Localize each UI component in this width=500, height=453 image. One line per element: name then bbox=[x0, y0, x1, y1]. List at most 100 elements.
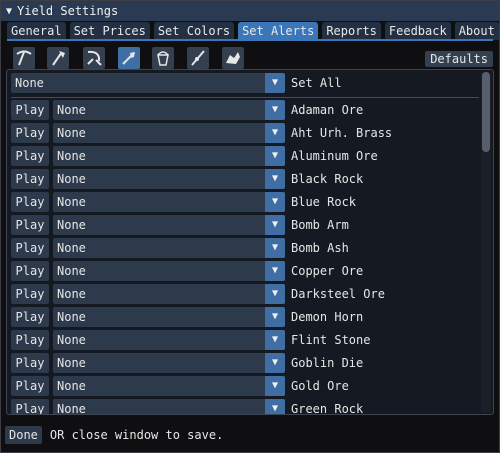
chevron-down-icon[interactable]: ▼ bbox=[265, 73, 285, 93]
done-button[interactable]: Done bbox=[5, 426, 42, 444]
defaults-button[interactable]: Defaults bbox=[425, 51, 493, 67]
tool-selector bbox=[7, 47, 493, 69]
alert-value: None bbox=[57, 287, 86, 301]
chevron-down-icon[interactable]: ▼ bbox=[265, 330, 285, 350]
collapse-triangle-icon[interactable]: ▼ bbox=[6, 6, 12, 17]
tool-button-beast[interactable] bbox=[222, 47, 244, 69]
item-label: Adaman Ore bbox=[291, 103, 364, 117]
alert-row: Play None ▼ Bomb Ash bbox=[11, 238, 349, 258]
item-label: Blue Rock bbox=[291, 195, 357, 209]
play-button[interactable]: Play bbox=[11, 192, 49, 212]
alert-dropdown[interactable]: None ▼ bbox=[53, 238, 285, 258]
tab-set-alerts[interactable]: Set Alerts bbox=[238, 22, 319, 40]
tab-feedback[interactable]: Feedback bbox=[384, 22, 451, 40]
chevron-down-icon[interactable]: ▼ bbox=[265, 215, 285, 235]
play-button[interactable]: Play bbox=[11, 330, 49, 350]
alert-row: Play None ▼ Green Rock bbox=[11, 399, 364, 415]
play-button[interactable]: Play bbox=[11, 146, 49, 166]
alert-value: None bbox=[57, 172, 86, 186]
alert-dropdown[interactable]: None ▼ bbox=[53, 261, 285, 281]
alert-row: Play None ▼ Copper Ore bbox=[11, 261, 363, 281]
tab-set-colors[interactable]: Set Colors bbox=[153, 22, 235, 40]
set-all-dropdown[interactable]: None ▼ bbox=[11, 73, 285, 93]
play-button[interactable]: Play bbox=[11, 307, 49, 327]
alert-dropdown[interactable]: None ▼ bbox=[53, 353, 285, 373]
alert-row: Play None ▼ Adaman Ore bbox=[11, 100, 363, 120]
alert-dropdown[interactable]: None ▼ bbox=[53, 284, 285, 304]
play-button[interactable]: Play bbox=[11, 353, 49, 373]
alert-value: None bbox=[57, 356, 86, 370]
alert-dropdown[interactable]: None ▼ bbox=[53, 399, 285, 415]
alert-row: Play None ▼ Aht Urh. Brass bbox=[11, 123, 392, 143]
alert-dropdown[interactable]: None ▼ bbox=[53, 330, 285, 350]
tool-button-bucket[interactable] bbox=[152, 47, 174, 69]
shovel-icon bbox=[122, 52, 135, 65]
alert-row: Play None ▼ Blue Rock bbox=[11, 192, 356, 212]
alert-row: Play None ▼ Demon Horn bbox=[11, 307, 363, 327]
chevron-down-icon[interactable]: ▼ bbox=[265, 353, 285, 373]
tab-set-prices[interactable]: Set Prices bbox=[69, 22, 150, 40]
alert-value: None bbox=[57, 241, 86, 255]
chevron-down-icon[interactable]: ▼ bbox=[265, 238, 285, 258]
alert-dropdown[interactable]: None ▼ bbox=[53, 123, 285, 143]
alert-row: Play None ▼ Flint Stone bbox=[11, 330, 370, 350]
item-label: Green Rock bbox=[291, 402, 364, 415]
bucket-icon bbox=[157, 51, 169, 66]
tab-bar: General Set Prices Set Colors Set Alerts… bbox=[7, 22, 499, 40]
tab-about[interactable]: About bbox=[454, 22, 499, 40]
play-button[interactable]: Play bbox=[11, 261, 49, 281]
set-all-row: None ▼ Set All bbox=[11, 73, 342, 93]
alert-dropdown[interactable]: None ▼ bbox=[53, 376, 285, 396]
play-button[interactable]: Play bbox=[11, 399, 49, 414]
play-button[interactable]: Play bbox=[11, 238, 49, 258]
footer-hint: OR close window to save. bbox=[49, 428, 224, 442]
tool-button-sickle[interactable] bbox=[83, 47, 105, 69]
alert-value: None bbox=[57, 402, 86, 415]
scrollbar-thumb[interactable] bbox=[482, 72, 490, 152]
play-button[interactable]: Play bbox=[11, 215, 49, 235]
alert-row: Play None ▼ Black Rock bbox=[11, 169, 363, 189]
play-button[interactable]: Play bbox=[11, 284, 49, 304]
chevron-down-icon[interactable]: ▼ bbox=[265, 192, 285, 212]
tool-button-hatchet[interactable] bbox=[47, 47, 69, 69]
chevron-down-icon[interactable]: ▼ bbox=[265, 123, 285, 143]
alert-dropdown[interactable]: None ▼ bbox=[53, 100, 285, 120]
alert-dropdown[interactable]: None ▼ bbox=[53, 169, 285, 189]
set-all-label: Set All bbox=[291, 76, 342, 90]
chevron-down-icon[interactable]: ▼ bbox=[265, 307, 285, 327]
alert-dropdown[interactable]: None ▼ bbox=[53, 146, 285, 166]
sickle-icon bbox=[87, 50, 102, 66]
scrollbar[interactable] bbox=[481, 72, 491, 412]
play-button[interactable]: Play bbox=[11, 100, 49, 120]
pickaxe-icon bbox=[16, 50, 32, 66]
tool-button-fishing-rod[interactable] bbox=[187, 47, 209, 69]
item-label: Flint Stone bbox=[291, 333, 371, 347]
tool-button-shovel[interactable] bbox=[118, 47, 140, 69]
beast-icon bbox=[226, 52, 240, 64]
item-label: Gold Ore bbox=[291, 379, 349, 393]
play-button[interactable]: Play bbox=[11, 169, 49, 189]
chevron-down-icon[interactable]: ▼ bbox=[265, 146, 285, 166]
alert-dropdown[interactable]: None ▼ bbox=[53, 215, 285, 235]
chevron-down-icon[interactable]: ▼ bbox=[265, 100, 285, 120]
alerts-panel[interactable]: None ▼ Set All Play None ▼ Adaman Ore Pl… bbox=[6, 69, 494, 415]
yield-settings-window: ▼ Yield Settings General Set Prices Set … bbox=[0, 0, 500, 453]
alert-value: None bbox=[57, 195, 86, 209]
item-label: Black Rock bbox=[291, 172, 364, 186]
chevron-down-icon[interactable]: ▼ bbox=[265, 261, 285, 281]
play-button[interactable]: Play bbox=[11, 376, 49, 396]
item-label: Bomb Arm bbox=[291, 218, 349, 232]
chevron-down-icon[interactable]: ▼ bbox=[265, 284, 285, 304]
tab-reports[interactable]: Reports bbox=[322, 22, 381, 40]
chevron-down-icon[interactable]: ▼ bbox=[265, 399, 285, 414]
tab-general[interactable]: General bbox=[7, 22, 66, 40]
chevron-down-icon[interactable]: ▼ bbox=[265, 169, 285, 189]
chevron-down-icon[interactable]: ▼ bbox=[265, 376, 285, 396]
alert-value: None bbox=[57, 379, 86, 393]
alert-dropdown[interactable]: None ▼ bbox=[53, 307, 285, 327]
alert-dropdown[interactable]: None ▼ bbox=[53, 192, 285, 212]
title-bar[interactable]: ▼ Yield Settings bbox=[1, 1, 499, 21]
play-button[interactable]: Play bbox=[11, 123, 49, 143]
alert-value: None bbox=[57, 149, 86, 163]
tool-button-pickaxe[interactable] bbox=[13, 47, 35, 69]
